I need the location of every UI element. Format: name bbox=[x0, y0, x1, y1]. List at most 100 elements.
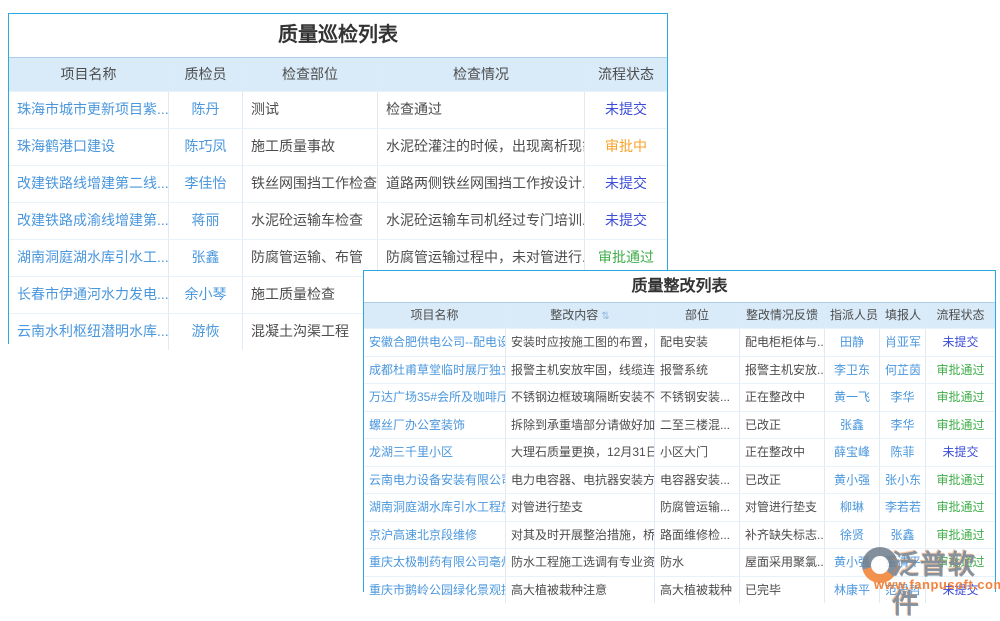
rectify-part: 小区大门 bbox=[655, 439, 740, 466]
inspector-link[interactable]: 李佳怡 bbox=[169, 166, 243, 202]
column-header-project: 项目名称 bbox=[9, 58, 169, 91]
table-row[interactable]: 安徽合肥供电公司--配电设备... 安装时应按施工图的布置，将... 配电安装 … bbox=[364, 328, 995, 356]
column-header-content-sortable[interactable]: 整改内容⇅ bbox=[506, 303, 655, 328]
rectify-feedback: 已改正 bbox=[740, 412, 825, 439]
table-row[interactable]: 珠海鹤港口建设 陈巧凤 施工质量事故 水泥砼灌注的时候，出现离析现象 审批中 bbox=[9, 128, 667, 165]
status-badge: 未提交 bbox=[585, 166, 667, 202]
rectify-feedback: 正在整改中 bbox=[740, 439, 825, 466]
status-badge: 未提交 bbox=[926, 439, 995, 466]
project-name-link[interactable]: 重庆市鹅岭公园绿化景观提升... bbox=[364, 577, 506, 604]
table-row[interactable]: 重庆太极制药有限公司亳州中... 防水工程施工选调有专业资质... 防水 屋面采… bbox=[364, 548, 995, 576]
rectify-feedback: 配电柜柜体与... bbox=[740, 329, 825, 356]
status-badge: 审批通过 bbox=[926, 357, 995, 384]
status-badge: 审批通过 bbox=[926, 522, 995, 549]
rectify-content: 拆除到承重墙部分请做好加固... bbox=[506, 412, 655, 439]
rectify-feedback: 补齐缺失标志... bbox=[740, 522, 825, 549]
inspector-link[interactable]: 余小琴 bbox=[169, 277, 243, 313]
inspection-part: 测试 bbox=[243, 92, 378, 128]
rectify-content: 电力电容器、电抗器安装方案,... bbox=[506, 467, 655, 494]
project-name-link[interactable]: 京沪高速北京段维修 bbox=[364, 522, 506, 549]
rectify-content: 大理石质量更换，12月31日之... bbox=[506, 439, 655, 466]
project-name-link[interactable]: 成都杜甫草堂临时展厅独立展... bbox=[364, 357, 506, 384]
inspector-link[interactable]: 蒋丽 bbox=[169, 203, 243, 239]
column-header-status: 流程状态 bbox=[585, 58, 667, 91]
reporter-link[interactable]: 董清平 bbox=[880, 549, 926, 576]
table-row[interactable]: 珠海市城市更新项目紫... 陈丹 测试 检查通过 未提交 bbox=[9, 91, 667, 128]
column-header-feedback: 整改情况反馈 bbox=[740, 303, 825, 328]
column-header-situation: 检查情况 bbox=[378, 58, 585, 91]
rectify-part: 电容器安装... bbox=[655, 467, 740, 494]
status-badge: 未提交 bbox=[926, 577, 995, 604]
project-name-link[interactable]: 螺丝厂办公室装饰 bbox=[364, 412, 506, 439]
column-header-content-label: 整改内容 bbox=[550, 308, 598, 322]
column-header-part: 检查部位 bbox=[243, 58, 378, 91]
assignee-link[interactable]: 黄小强 bbox=[825, 549, 880, 576]
column-header-project: 项目名称 bbox=[364, 303, 506, 328]
table-row[interactable]: 京沪高速北京段维修 对其及时开展整治措施，桥头... 路面维修检... 补齐缺失… bbox=[364, 521, 995, 549]
project-name-link[interactable]: 改建铁路成渝线增建第... bbox=[9, 203, 169, 239]
project-name-link[interactable]: 湖南洞庭湖水库引水工... bbox=[9, 240, 169, 276]
sort-icon[interactable]: ⇅ bbox=[601, 311, 609, 322]
rectify-content: 高大植被栽种注意 bbox=[506, 577, 655, 604]
project-name-link[interactable]: 珠海市城市更新项目紫... bbox=[9, 92, 169, 128]
project-name-link[interactable]: 云南电力设备安装有限公司20... bbox=[364, 467, 506, 494]
assignee-link[interactable]: 张鑫 bbox=[825, 412, 880, 439]
project-name-link[interactable]: 珠海鹤港口建设 bbox=[9, 129, 169, 165]
assignee-link[interactable]: 徐贤 bbox=[825, 522, 880, 549]
rectify-feedback: 屋面采用聚氯... bbox=[740, 549, 825, 576]
table-row[interactable]: 云南电力设备安装有限公司20... 电力电容器、电抗器安装方案,... 电容器安… bbox=[364, 466, 995, 494]
quality-rectification-panel: 质量整改列表 项目名称 整改内容⇅ 部位 整改情况反馈 指派人员 填报人 流程状… bbox=[363, 270, 996, 592]
rectification-table-title: 质量整改列表 bbox=[364, 271, 995, 302]
table-row[interactable]: 重庆市鹅岭公园绿化景观提升... 高大植被栽种注意 高大植被栽种 已完毕 林康平… bbox=[364, 576, 995, 604]
project-name-link[interactable]: 长春市伊通河水力发电... bbox=[9, 277, 169, 313]
table-row[interactable]: 螺丝厂办公室装饰 拆除到承重墙部分请做好加固... 二至三楼混... 已改正 张… bbox=[364, 411, 995, 439]
reporter-link[interactable]: 李华 bbox=[880, 412, 926, 439]
rectify-part: 高大植被栽种 bbox=[655, 577, 740, 604]
assignee-link[interactable]: 田静 bbox=[825, 329, 880, 356]
reporter-link[interactable]: 张小东 bbox=[880, 467, 926, 494]
project-name-link[interactable]: 龙湖三千里小区 bbox=[364, 439, 506, 466]
reporter-link[interactable]: 何芷茵 bbox=[880, 357, 926, 384]
project-name-link[interactable]: 安徽合肥供电公司--配电设备... bbox=[364, 329, 506, 356]
table-row[interactable]: 成都杜甫草堂临时展厅独立展... 报警主机安放牢固，线缆连接... 报警系统 报… bbox=[364, 356, 995, 384]
rectify-content: 不锈钢边框玻璃隔断安装不牢... bbox=[506, 384, 655, 411]
inspection-situation: 道路两侧铁丝网围挡工作按设计... bbox=[378, 166, 585, 202]
assignee-link[interactable]: 林康平 bbox=[825, 577, 880, 604]
inspector-link[interactable]: 张鑫 bbox=[169, 240, 243, 276]
assignee-link[interactable]: 柳琳 bbox=[825, 494, 880, 521]
table-row[interactable]: 龙湖三千里小区 大理石质量更换，12月31日之... 小区大门 正在整改中 薛宝… bbox=[364, 438, 995, 466]
reporter-link[interactable]: 李华 bbox=[880, 384, 926, 411]
assignee-link[interactable]: 黄小强 bbox=[825, 467, 880, 494]
inspection-situation: 水泥砼运输车司机经过专门培训... bbox=[378, 203, 585, 239]
inspection-part: 水泥砼运输车检查 bbox=[243, 203, 378, 239]
project-name-link[interactable]: 云南水利枢纽潜明水库... bbox=[9, 314, 169, 350]
table-row[interactable]: 改建铁路线增建第二线... 李佳怡 铁丝网围挡工作检查 道路两侧铁丝网围挡工作按… bbox=[9, 165, 667, 202]
inspector-link[interactable]: 陈丹 bbox=[169, 92, 243, 128]
column-header-status: 流程状态 bbox=[926, 303, 995, 328]
reporter-link[interactable]: 李若若 bbox=[880, 494, 926, 521]
table-row[interactable]: 万达广场35#会所及咖啡厅空... 不锈钢边框玻璃隔断安装不牢... 不锈钢安装… bbox=[364, 383, 995, 411]
rectify-feedback: 对管进行垫支 bbox=[740, 494, 825, 521]
inspector-link[interactable]: 游恢 bbox=[169, 314, 243, 350]
status-badge: 审批通过 bbox=[926, 549, 995, 576]
project-name-link[interactable]: 改建铁路线增建第二线... bbox=[9, 166, 169, 202]
status-badge: 未提交 bbox=[926, 329, 995, 356]
reporter-link[interactable]: 肖亚军 bbox=[880, 329, 926, 356]
status-badge: 审批通过 bbox=[926, 384, 995, 411]
project-name-link[interactable]: 重庆太极制药有限公司亳州中... bbox=[364, 549, 506, 576]
reporter-link[interactable]: 陈菲 bbox=[880, 439, 926, 466]
reporter-link[interactable]: 张鑫 bbox=[880, 522, 926, 549]
project-name-link[interactable]: 万达广场35#会所及咖啡厅空... bbox=[364, 384, 506, 411]
assignee-link[interactable]: 黄一飞 bbox=[825, 384, 880, 411]
column-header-assignee: 指派人员 bbox=[825, 303, 880, 328]
table-row[interactable]: 湖南洞庭湖水库引水工程施工标 对管进行垫支 防腐管运输... 对管进行垫支 柳琳… bbox=[364, 493, 995, 521]
inspector-link[interactable]: 陈巧凤 bbox=[169, 129, 243, 165]
column-header-reporter: 填报人 bbox=[880, 303, 926, 328]
assignee-link[interactable]: 李卫东 bbox=[825, 357, 880, 384]
project-name-link[interactable]: 湖南洞庭湖水库引水工程施工标 bbox=[364, 494, 506, 521]
rectify-part: 路面维修检... bbox=[655, 522, 740, 549]
reporter-link[interactable]: 范思哲 bbox=[880, 577, 926, 604]
status-badge: 审批通过 bbox=[926, 412, 995, 439]
assignee-link[interactable]: 薛宝峰 bbox=[825, 439, 880, 466]
table-row[interactable]: 改建铁路成渝线增建第... 蒋丽 水泥砼运输车检查 水泥砼运输车司机经过专门培训… bbox=[9, 202, 667, 239]
